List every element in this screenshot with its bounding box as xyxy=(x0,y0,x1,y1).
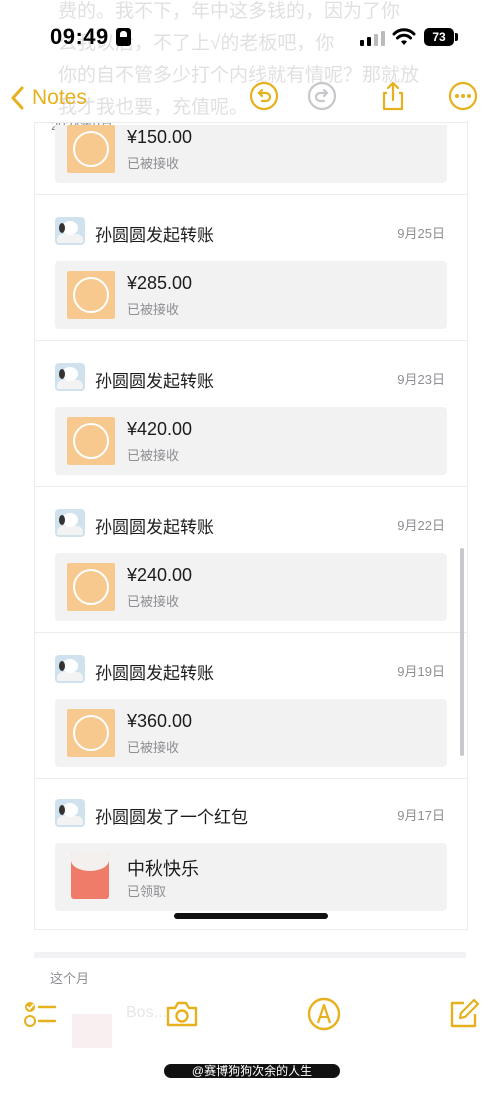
transaction-title: 孙圆圆发起转账 xyxy=(95,372,214,391)
divider xyxy=(35,632,467,633)
red-packet-message: 中秋快乐 xyxy=(127,859,199,879)
transaction-header: 孙圆圆发了一个红包 9月17日 xyxy=(55,799,447,829)
red-packet-status: 已领取 xyxy=(127,884,167,899)
camera-icon[interactable] xyxy=(164,996,200,1032)
transaction-date: 9月22日 xyxy=(397,518,445,533)
transaction-date: 9月25日 xyxy=(397,226,445,241)
transaction-header: 孙圆圆发起转账 9月25日 xyxy=(55,217,447,247)
avatar xyxy=(55,655,85,683)
transfer-card[interactable]: ¥285.00 已被接收 xyxy=(55,261,447,329)
transfer-card[interactable]: ¥360.00 已被接收 xyxy=(55,699,447,767)
transfer-amount: ¥240.00 xyxy=(127,565,193,585)
check-icon xyxy=(67,709,115,757)
compose-icon[interactable] xyxy=(446,996,482,1032)
red-packet-card[interactable]: 中秋快乐 已领取 xyxy=(55,843,447,911)
markup-icon[interactable] xyxy=(306,996,342,1032)
transaction-date: 9月19日 xyxy=(397,664,445,679)
transaction-title: 孙圆圆发起转账 xyxy=(95,226,214,245)
divider xyxy=(35,340,467,341)
transfer-history-panel: 2024年9月 ¥150.00 已被接收 孙圆圆发起转账 9月25日 ¥285.… xyxy=(34,122,468,930)
check-icon xyxy=(67,563,115,611)
transaction-date: 9月23日 xyxy=(397,372,445,387)
undo-icon[interactable] xyxy=(249,81,279,111)
avatar xyxy=(55,363,85,391)
transaction-title: 孙圆圆发起转账 xyxy=(95,664,214,683)
back-button[interactable]: Notes xyxy=(10,80,87,116)
avatar xyxy=(55,799,85,827)
divider xyxy=(35,486,467,487)
transfer-card: ¥150.00 已被接收 xyxy=(55,125,447,183)
transaction-date: 9月17日 xyxy=(397,808,445,823)
transaction-header: 孙圆圆发起转账 9月19日 xyxy=(55,655,447,685)
back-label: Notes xyxy=(32,86,87,109)
transaction-title: 孙圆圆发起转账 xyxy=(95,518,214,537)
checklist-icon[interactable] xyxy=(22,996,58,1032)
transaction-header: 孙圆圆发起转账 9月23日 xyxy=(55,363,447,393)
transfer-amount: ¥360.00 xyxy=(127,711,193,731)
bottom-toolbar xyxy=(0,990,500,1040)
more-icon[interactable] xyxy=(448,81,478,111)
transfer-amount: ¥150.00 xyxy=(127,127,193,147)
transfer-status: 已被接收 xyxy=(127,594,180,609)
transfer-status: 已被接收 xyxy=(127,156,180,171)
check-icon xyxy=(67,271,115,319)
transfer-status: 已被接收 xyxy=(127,740,180,755)
avatar xyxy=(55,217,85,245)
transaction-header: 孙圆圆发起转账 9月22日 xyxy=(55,509,447,539)
red-envelope-icon xyxy=(71,853,109,899)
chevron-left-icon xyxy=(11,86,24,110)
transfer-amount: ¥420.00 xyxy=(127,419,193,439)
transfer-card[interactable]: ¥420.00 已被接收 xyxy=(55,407,447,475)
nav-bar: Notes xyxy=(0,76,500,120)
status-time: 09:49 xyxy=(50,24,109,49)
scroll-indicator[interactable] xyxy=(460,548,464,756)
transfer-status: 已被接收 xyxy=(127,302,180,317)
cellular-signal-icon xyxy=(360,30,386,46)
check-icon xyxy=(67,125,115,173)
transfer-status: 已被接收 xyxy=(127,448,180,463)
status-bar: 09:49 73 xyxy=(0,0,500,72)
divider xyxy=(35,194,467,195)
id-card-icon xyxy=(116,28,131,46)
battery-icon: 73 xyxy=(424,28,454,46)
this-month-label: 这个月 xyxy=(50,971,90,986)
watermark: @赛博狗狗次余的人生 xyxy=(164,1064,340,1078)
transfer-card[interactable]: ¥240.00 已被接收 xyxy=(55,553,447,621)
transfer-amount: ¥285.00 xyxy=(127,273,193,293)
check-icon xyxy=(67,417,115,465)
divider xyxy=(35,778,467,779)
share-icon[interactable] xyxy=(378,81,408,111)
battery-tip xyxy=(455,33,458,41)
transaction-title: 孙圆圆发了一个红包 xyxy=(95,808,248,827)
avatar xyxy=(55,509,85,537)
wifi-icon xyxy=(392,28,416,45)
redo-icon[interactable] xyxy=(307,81,337,111)
home-indicator xyxy=(174,913,328,919)
